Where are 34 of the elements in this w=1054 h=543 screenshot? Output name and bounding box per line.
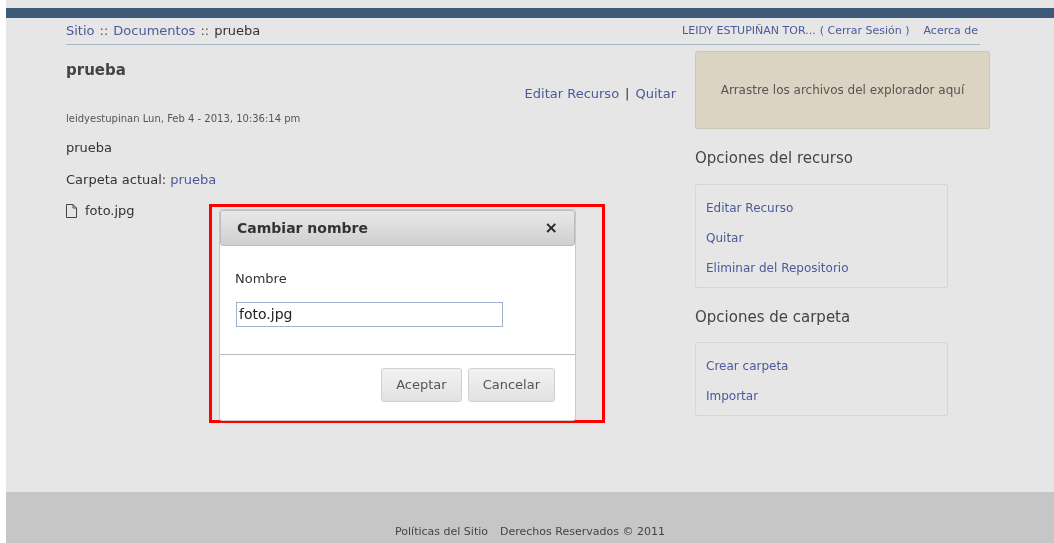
close-button[interactable]: × [544, 220, 558, 236]
option-link[interactable]: Quitar [706, 228, 744, 247]
option-link[interactable]: Crear carpeta [706, 357, 789, 375]
footer-text: Derechos Reservados © 2011 [500, 523, 665, 540]
breadcrumb-current: prueba [214, 22, 261, 41]
folder-label: Carpeta actual: [66, 170, 167, 189]
option-link[interactable]: Importar [706, 387, 759, 405]
option-link[interactable]: Eliminar del Repositorio [706, 258, 849, 277]
name-input[interactable]: foto.jpg [236, 301, 503, 327]
drop-zone[interactable]: Arrastre los archivos del explorador aquí [695, 51, 990, 129]
section-title: Opciones de carpeta [695, 306, 852, 328]
dialog-button[interactable]: Cancelar [467, 367, 555, 402]
breadcrumb-link[interactable]: Sitio [66, 21, 95, 41]
action-separator: | [625, 84, 630, 103]
footer-text[interactable]: Políticas del Sitio [395, 523, 488, 540]
section-title: Opciones del recurso [695, 148, 854, 169]
breadcrumb-link[interactable]: Documentos [113, 21, 196, 41]
folder-link[interactable]: prueba [170, 169, 217, 189]
action-link[interactable]: Editar Recurso [524, 83, 620, 103]
file-name[interactable]: foto.jpg [85, 201, 135, 221]
option-link[interactable]: Editar Recurso [706, 198, 794, 217]
dialog-button[interactable]: Aceptar [381, 367, 462, 402]
user-name: LEIDY ESTUPIÑAN TOR... [682, 22, 816, 39]
logout-link[interactable]: ( Cerrar Sesión ) [819, 22, 910, 40]
resource-meta: leidyestupinan Lun, Feb 4 - 2013, 10:36:14 pm [66, 112, 302, 126]
about-link[interactable]: Acerca de [923, 22, 978, 40]
breadcrumb-separator: :: [200, 22, 210, 41]
dialog-title: Cambiar nombre [237, 218, 368, 238]
file-icon [66, 203, 77, 218]
resource-description: prueba [66, 139, 114, 157]
field-label: Nombre [235, 270, 288, 288]
resource-title: prueba [66, 60, 127, 81]
action-link[interactable]: Quitar [635, 83, 676, 103]
breadcrumb-separator: :: [99, 22, 109, 41]
